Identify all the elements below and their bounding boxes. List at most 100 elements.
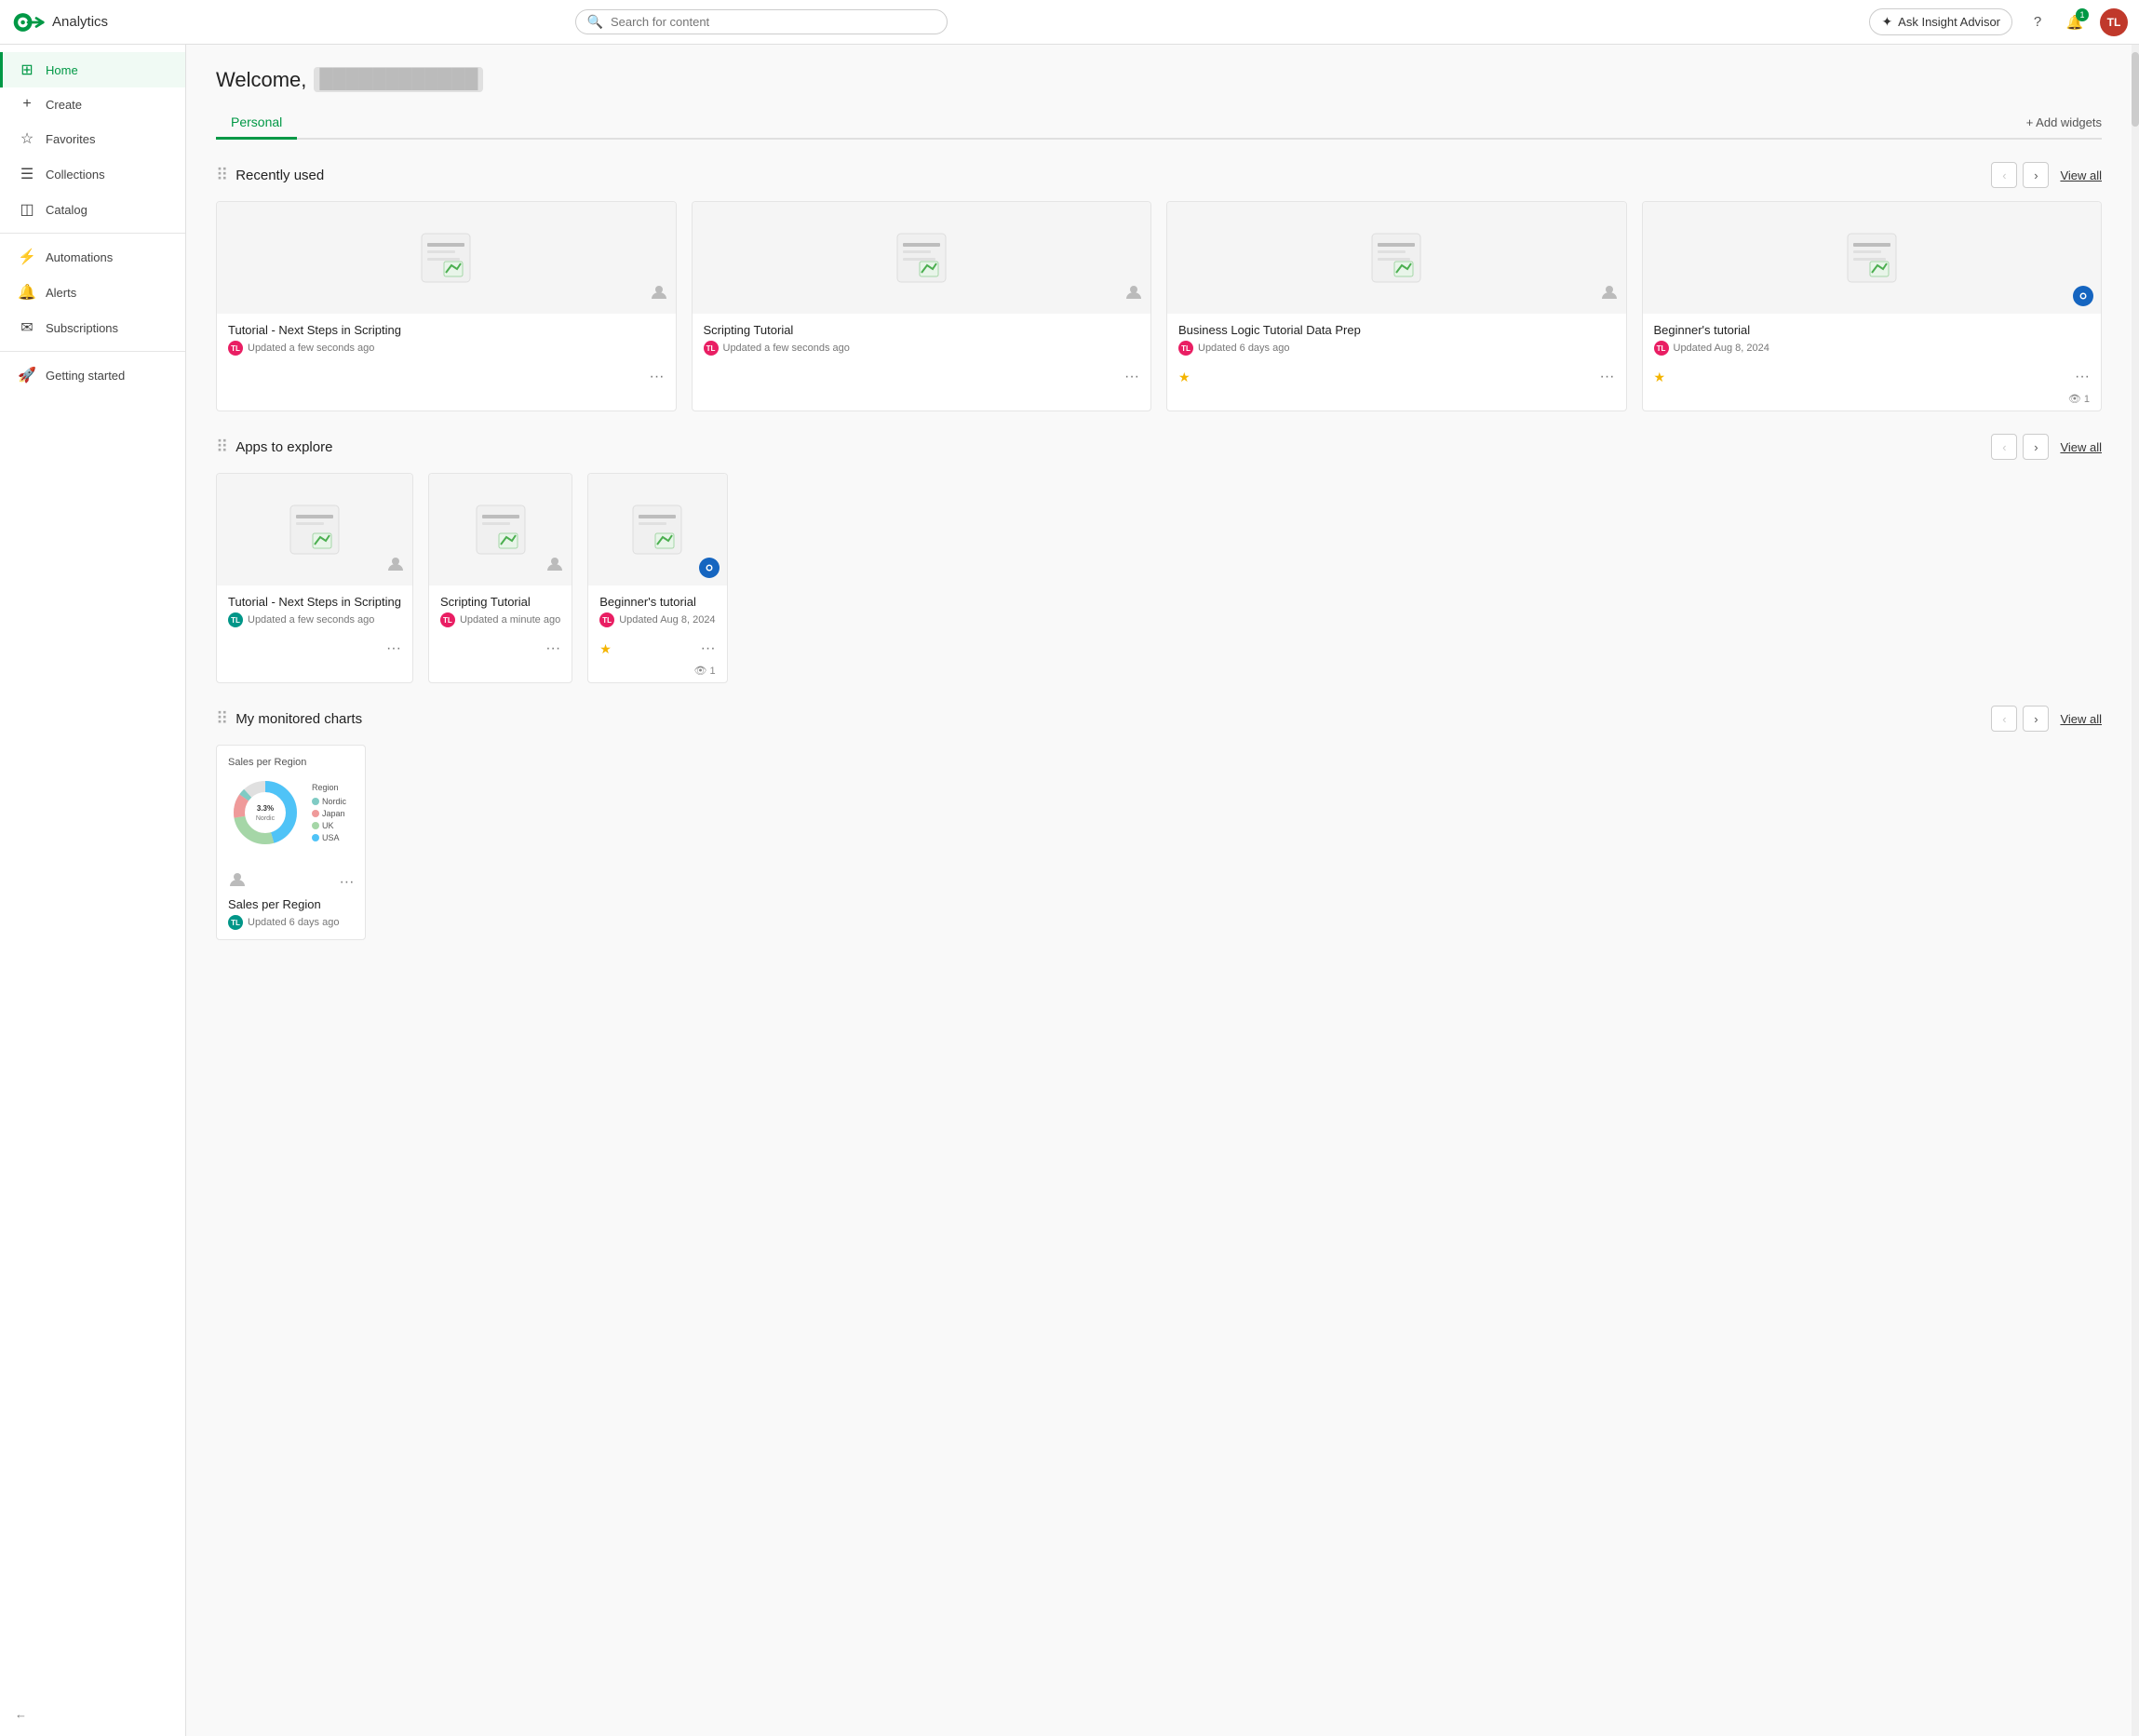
automations-icon: ⚡ bbox=[18, 248, 36, 266]
table-row[interactable]: Business Logic Tutorial Data Prep TL Upd… bbox=[1166, 201, 1627, 411]
sidebar-item-automations[interactable]: ⚡ Automations bbox=[0, 239, 185, 275]
prev-arrow-recently-used[interactable]: ‹ bbox=[1991, 162, 2017, 188]
card-footer: ··· bbox=[217, 637, 412, 665]
sidebar-item-subscriptions[interactable]: ✉ Subscriptions bbox=[0, 310, 185, 345]
table-row[interactable]: Sales per Region bbox=[216, 745, 366, 940]
insight-advisor-button[interactable]: ✦ Ask Insight Advisor bbox=[1869, 8, 2012, 35]
next-arrow-apps-to-explore[interactable]: › bbox=[2023, 434, 2049, 460]
add-widgets-button[interactable]: + Add widgets bbox=[2026, 115, 2102, 129]
drag-handle-monitored-charts: ⠿ bbox=[216, 709, 228, 729]
table-row[interactable]: Beginner's tutorial TL Updated Aug 8, 20… bbox=[587, 473, 727, 683]
card-star-button[interactable]: ★ bbox=[599, 641, 612, 657]
top-bar-left: Analytics bbox=[11, 11, 108, 34]
card-menu-button[interactable]: ··· bbox=[1124, 369, 1139, 385]
card-preview bbox=[429, 474, 572, 585]
blue-badge-icon bbox=[699, 558, 720, 578]
card-preview bbox=[217, 474, 412, 585]
app-title: Analytics bbox=[52, 14, 108, 30]
card-meta: TL Updated Aug 8, 2024 bbox=[599, 612, 715, 627]
table-row[interactable]: Scripting Tutorial TL Updated a few seco… bbox=[692, 201, 1152, 411]
sidebar-collapse-button[interactable]: ← bbox=[0, 1700, 185, 1736]
view-all-monitored-charts[interactable]: View all bbox=[2060, 712, 2102, 726]
app-thumbnail-icon bbox=[894, 230, 949, 286]
user-thumbnail-icon bbox=[1124, 283, 1143, 306]
top-bar-right: ✦ Ask Insight Advisor ? 🔔 1 TL bbox=[1869, 8, 2128, 36]
favorites-icon: ☆ bbox=[18, 129, 36, 148]
scrollbar-thumb[interactable] bbox=[2132, 52, 2139, 127]
next-arrow-recently-used[interactable]: › bbox=[2023, 162, 2049, 188]
help-button[interactable]: ? bbox=[2025, 10, 2050, 34]
sidebar-item-alerts[interactable]: 🔔 Alerts bbox=[0, 275, 185, 310]
card-avatar: TL bbox=[228, 915, 243, 930]
card-meta: TL Updated 6 days ago bbox=[1178, 341, 1615, 356]
sidebar-item-getting-started[interactable]: 🚀 Getting started bbox=[0, 357, 185, 393]
tabs-bar: Personal + Add widgets bbox=[216, 107, 2102, 140]
tab-personal[interactable]: Personal bbox=[216, 107, 297, 140]
card-avatar: TL bbox=[228, 341, 243, 356]
card-footer: ··· bbox=[217, 365, 676, 393]
svg-text:Nordic: Nordic bbox=[256, 815, 276, 822]
table-row[interactable]: Tutorial - Next Steps in Scripting TL Up… bbox=[216, 473, 413, 683]
card-menu-button[interactable]: ··· bbox=[386, 640, 401, 657]
getting-started-icon: 🚀 bbox=[18, 366, 36, 384]
notification-badge: 1 bbox=[2076, 8, 2089, 21]
search-input[interactable] bbox=[611, 15, 935, 29]
card-preview bbox=[588, 474, 726, 585]
chart-preview: Sales per Region bbox=[217, 746, 365, 861]
drag-handle-recently-used: ⠿ bbox=[216, 166, 228, 185]
card-views: 👁 1 bbox=[588, 665, 726, 682]
prev-arrow-apps-to-explore[interactable]: ‹ bbox=[1991, 434, 2017, 460]
top-bar: Analytics 🔍 ✦ Ask Insight Advisor ? 🔔 1 … bbox=[0, 0, 2139, 45]
prev-arrow-monitored-charts[interactable]: ‹ bbox=[1991, 706, 2017, 732]
qlik-logo-icon bbox=[11, 11, 45, 34]
user-thumbnail-icon bbox=[545, 555, 564, 578]
notifications-button[interactable]: 🔔 1 bbox=[2063, 10, 2087, 34]
app-shell: Analytics 🔍 ✦ Ask Insight Advisor ? 🔔 1 … bbox=[0, 0, 2139, 1736]
sidebar-item-favorites[interactable]: ☆ Favorites bbox=[0, 121, 185, 156]
card-title: Sales per Region bbox=[228, 897, 339, 911]
table-row[interactable]: Beginner's tutorial TL Updated Aug 8, 20… bbox=[1642, 201, 2103, 411]
legend-dot-nordic bbox=[312, 798, 319, 805]
sidebar-item-home[interactable]: ⊞ Home bbox=[0, 52, 185, 87]
legend-item: UK bbox=[312, 821, 346, 830]
section-header-monitored-charts: ⠿ My monitored charts ‹ › View all bbox=[216, 706, 2102, 732]
section-nav-apps-to-explore: ‹ › View all bbox=[1991, 434, 2102, 460]
card-title: Tutorial - Next Steps in Scripting bbox=[228, 595, 401, 609]
collapse-icon: ← bbox=[15, 1707, 27, 1721]
card-star-button[interactable]: ★ bbox=[1654, 370, 1666, 385]
collections-icon: ☰ bbox=[18, 165, 36, 183]
card-meta: TL Updated a few seconds ago bbox=[228, 341, 665, 356]
view-all-recently-used[interactable]: View all bbox=[2060, 168, 2102, 182]
card-footer: ★ ··· bbox=[1643, 365, 2102, 393]
card-avatar: TL bbox=[599, 612, 614, 627]
card-menu-button[interactable]: ··· bbox=[701, 640, 716, 657]
card-menu-button[interactable]: ··· bbox=[650, 369, 665, 385]
table-row[interactable]: Tutorial - Next Steps in Scripting TL Up… bbox=[216, 201, 677, 411]
card-body: Sales per Region TL Updated 6 days ago ·… bbox=[217, 861, 365, 939]
card-menu-button[interactable]: ··· bbox=[545, 640, 560, 657]
next-arrow-monitored-charts[interactable]: › bbox=[2023, 706, 2049, 732]
search-bar[interactable]: 🔍 bbox=[575, 9, 948, 34]
chart-card-footer-row: Sales per Region TL Updated 6 days ago ·… bbox=[228, 870, 354, 930]
sidebar-item-create[interactable]: + Create bbox=[0, 87, 185, 121]
sidebar-item-collections[interactable]: ☰ Collections bbox=[0, 156, 185, 192]
card-menu-button[interactable]: ··· bbox=[339, 874, 354, 891]
table-row[interactable]: Scripting Tutorial TL Updated a minute a… bbox=[428, 473, 572, 683]
card-menu-button[interactable]: ··· bbox=[1600, 369, 1615, 385]
card-title: Beginner's tutorial bbox=[1654, 323, 2091, 337]
app-thumbnail-icon bbox=[1844, 230, 1900, 286]
card-star-button[interactable]: ★ bbox=[1178, 370, 1191, 385]
sidebar-nav: ⊞ Home + Create ☆ Favorites ☰ Collection… bbox=[0, 45, 185, 400]
view-all-apps-to-explore[interactable]: View all bbox=[2060, 440, 2102, 454]
card-footer: ··· bbox=[693, 365, 1151, 393]
card-meta: TL Updated a few seconds ago bbox=[704, 341, 1140, 356]
avatar[interactable]: TL bbox=[2100, 8, 2128, 36]
card-avatar: TL bbox=[228, 612, 243, 627]
card-menu-button[interactable]: ··· bbox=[2075, 369, 2090, 385]
card-body: Tutorial - Next Steps in Scripting TL Up… bbox=[217, 585, 412, 637]
home-icon: ⊞ bbox=[18, 61, 36, 79]
insight-icon: ✦ bbox=[1881, 14, 1892, 30]
my-monitored-charts-section: ⠿ My monitored charts ‹ › View all Sales bbox=[216, 706, 2102, 940]
sidebar-item-catalog[interactable]: ◫ Catalog bbox=[0, 192, 185, 227]
scrollbar[interactable] bbox=[2132, 45, 2139, 1736]
